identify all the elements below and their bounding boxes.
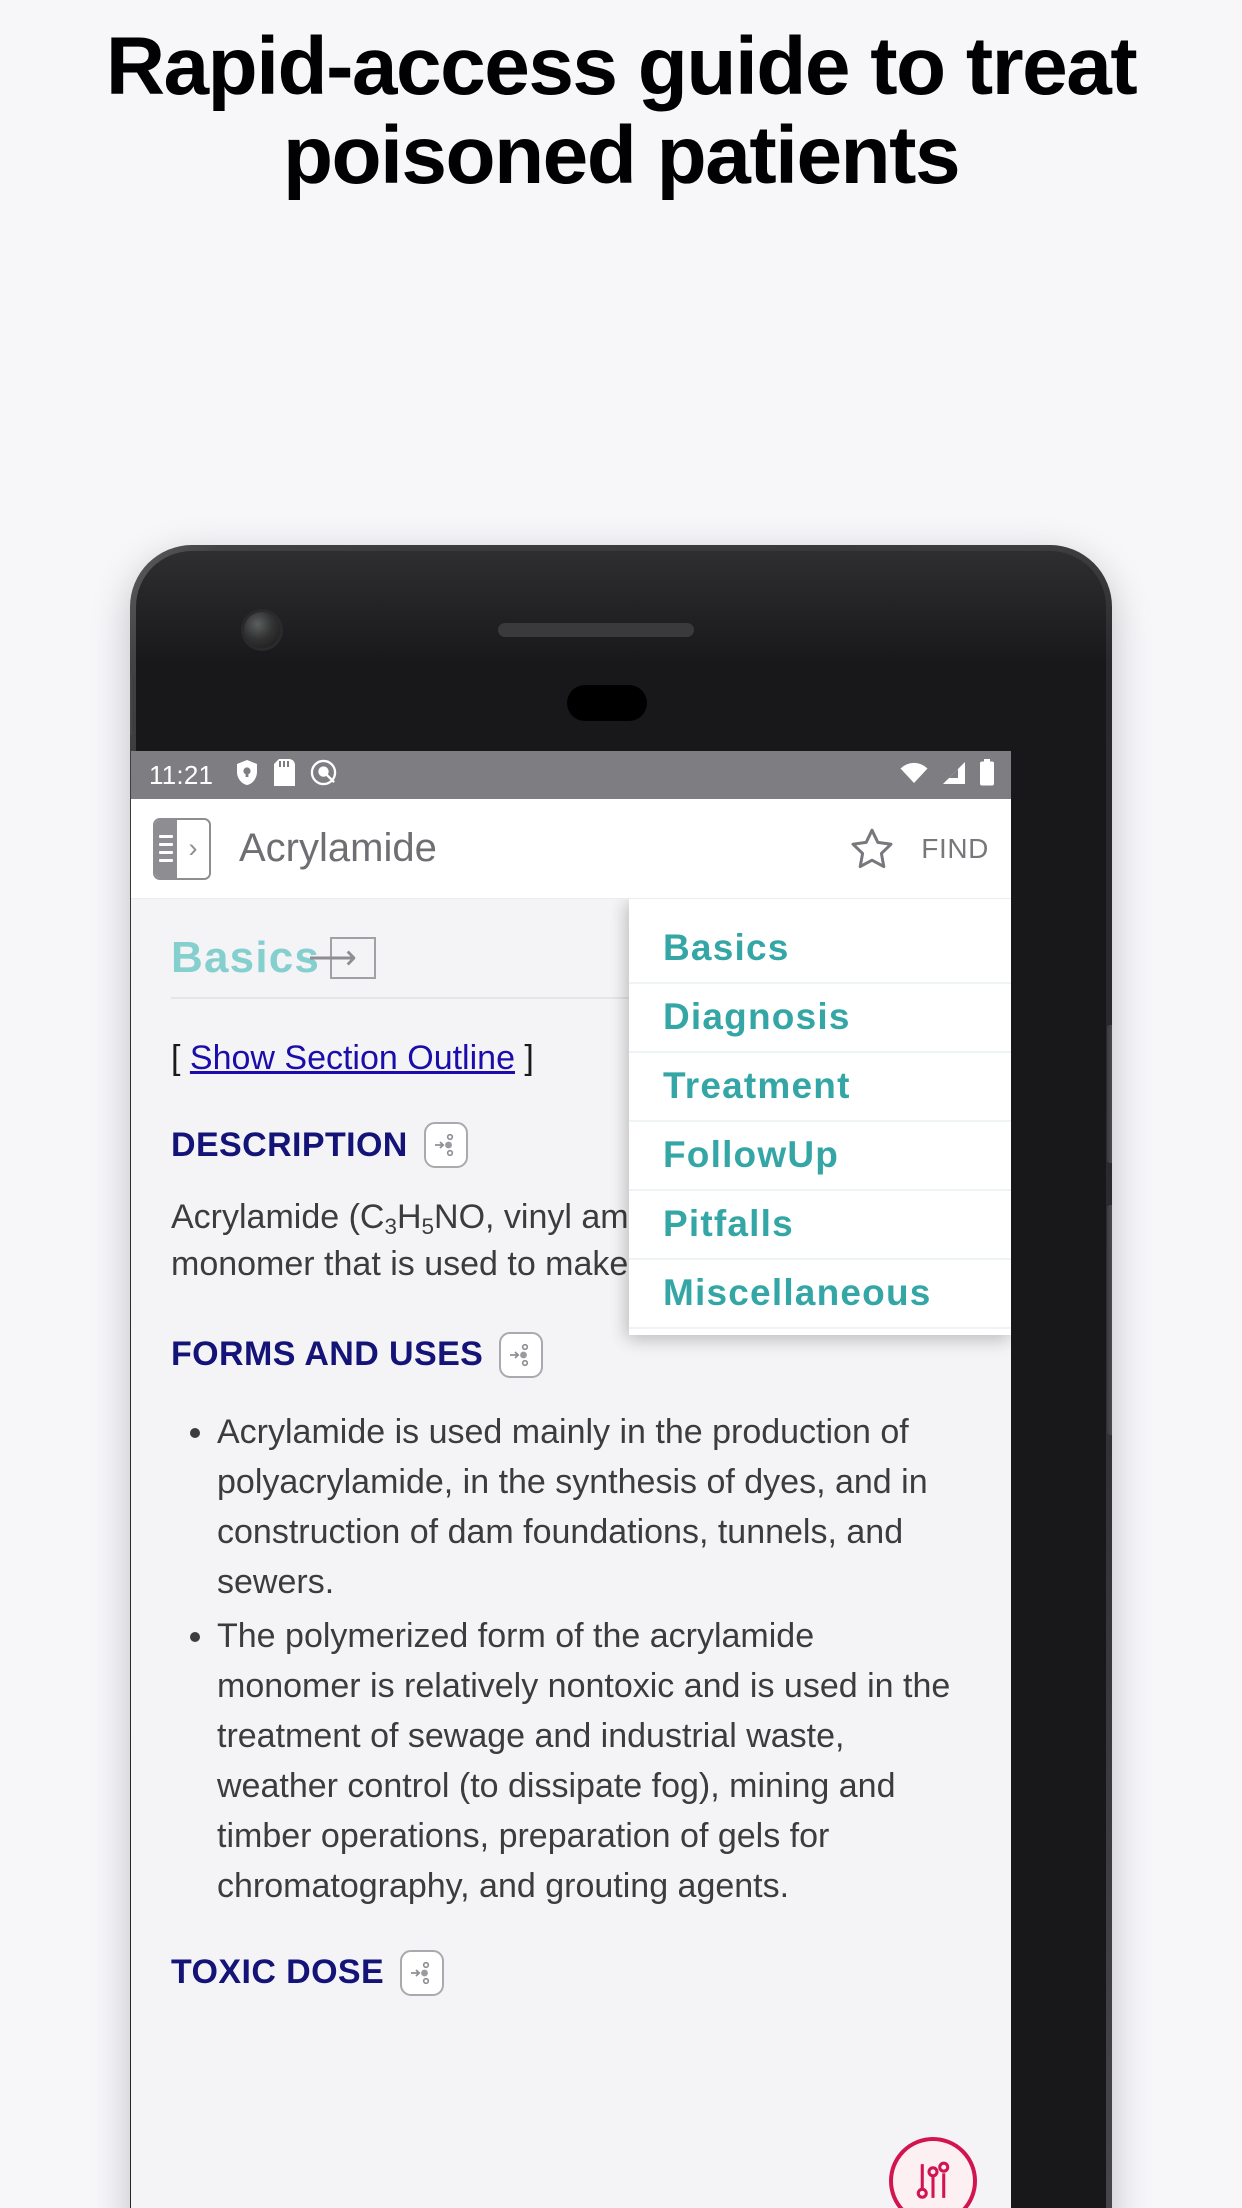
- menu-item-treatment[interactable]: Treatment: [629, 1053, 1011, 1122]
- earpiece-speaker: [498, 623, 694, 637]
- star-outline-icon[interactable]: [841, 818, 903, 880]
- sliders-settings-fab[interactable]: [889, 2137, 977, 2208]
- forms-and-uses-list: Acrylamide is used mainly in the product…: [217, 1408, 967, 1912]
- subsection-heading-toxic-dose: TOXIC DOSE: [171, 1949, 971, 1996]
- menu-item-followup[interactable]: FollowUp: [629, 1122, 1011, 1191]
- shield-icon: [235, 759, 259, 791]
- list-item: The polymerized form of the acrylamide m…: [217, 1612, 967, 1912]
- expand-detail-icon[interactable]: [400, 1949, 445, 1996]
- desc-sub-1: 3: [384, 1214, 397, 1240]
- app-toolbar: › Acrylamide FIND: [131, 799, 1011, 899]
- desc-sub-2: 5: [421, 1214, 435, 1240]
- sd-card-icon: [274, 759, 296, 791]
- menu-item-miscellaneous[interactable]: Miscellaneous: [629, 1260, 1011, 1329]
- show-section-outline-link[interactable]: Show Section Outline: [190, 1039, 515, 1077]
- volume-button[interactable]: [1107, 1025, 1112, 1163]
- desc-part-b: H: [396, 1198, 422, 1236]
- expand-detail-icon[interactable]: [423, 1122, 468, 1168]
- outline-bracket-close: ]: [514, 1039, 534, 1077]
- sliders-settings-icon: [916, 2161, 950, 2199]
- left-side-button[interactable]: [130, 675, 134, 735]
- promo-headline: Rapid-access guide to treat poisoned pat…: [105, 21, 1138, 202]
- heading-label: DESCRIPTION: [171, 1125, 408, 1164]
- section-title: Basics: [171, 933, 321, 982]
- menu-item-diagnosis[interactable]: Diagnosis: [629, 984, 1011, 1053]
- phone-mockup: 11:21 › Acrylamide FIND Basics ⟶ [Show …: [130, 545, 1112, 2208]
- list-item: Acrylamide is used mainly in the product…: [217, 1408, 967, 1608]
- section-dropdown-menu[interactable]: Basics Diagnosis Treatment FollowUp Pitf…: [629, 899, 1011, 1335]
- menu-item-basics[interactable]: Basics: [629, 915, 1011, 984]
- article-content[interactable]: Basics ⟶ [ Show Section Outline ] DESCRI…: [131, 899, 1011, 2208]
- phone-screen: 11:21 › Acrylamide FIND Basics ⟶ [Show …: [131, 751, 1011, 2208]
- drawer-lines: [155, 819, 177, 878]
- menu-item-pitfalls[interactable]: Pitfalls: [629, 1191, 1011, 1260]
- wifi-icon: [899, 761, 929, 790]
- notch-pill: [567, 685, 647, 721]
- arrow-right-glyph: ⟶: [308, 939, 357, 977]
- page-title: Acrylamide: [239, 826, 437, 870]
- find-button[interactable]: FIND: [921, 833, 989, 865]
- outline-bracket-open: [: [171, 1039, 190, 1077]
- heading-label: TOXIC DOSE: [171, 1953, 385, 1991]
- chevron-right-icon: ›: [177, 819, 209, 878]
- status-bar-left-icons: [235, 759, 337, 791]
- power-button[interactable]: [1107, 1205, 1112, 1435]
- cellular-signal-icon: [940, 761, 968, 790]
- front-camera-icon: [244, 612, 280, 648]
- side-drawer-icon[interactable]: ›: [153, 817, 211, 880]
- desc-part-a: Acrylamide (C: [171, 1198, 385, 1236]
- status-bar: 11:21: [131, 751, 1011, 799]
- expand-detail-icon[interactable]: [499, 1331, 544, 1378]
- jump-to-section-icon[interactable]: ⟶: [308, 937, 377, 979]
- do-not-disturb-icon: [310, 759, 337, 791]
- heading-label: FORMS AND USES: [171, 1335, 484, 1374]
- promo-screenshot: Rapid-access guide to treat poisoned pat…: [0, 0, 1242, 2208]
- battery-icon: [979, 759, 995, 791]
- subsection-heading-forms-and-uses: FORMS AND USES: [171, 1331, 971, 1378]
- status-bar-clock: 11:21: [149, 759, 214, 790]
- status-bar-right-icons: [899, 759, 995, 791]
